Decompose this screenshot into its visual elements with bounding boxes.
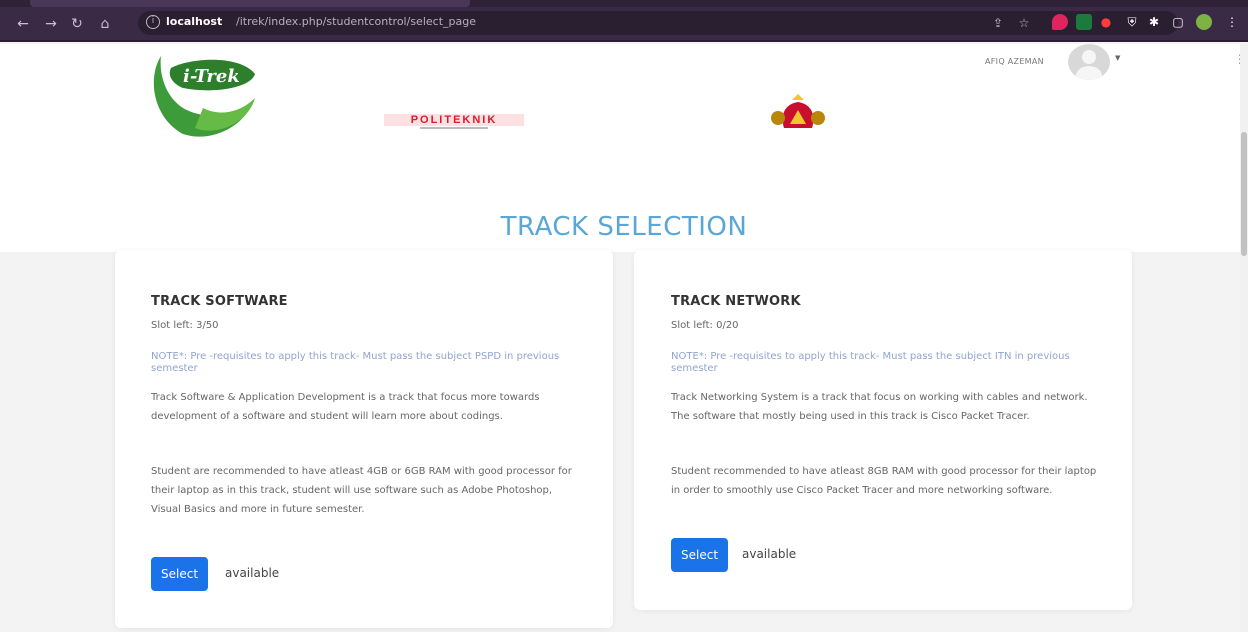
forward-arrow-icon[interactable]: → <box>42 15 60 33</box>
extension-pin-icon[interactable]: ● <box>1098 14 1114 30</box>
active-tab[interactable] <box>30 0 470 7</box>
track-card-network: TRACK NETWORK Slot left: 0/20 NOTE*: Pre… <box>634 250 1132 610</box>
track-card-software: TRACK SOFTWARE Slot left: 3/50 NOTE*: Pr… <box>115 250 613 628</box>
select-software-button[interactable]: Select <box>151 557 209 591</box>
track-title: TRACK SOFTWARE <box>151 294 288 309</box>
page-title: TRACK SELECTION <box>500 212 748 242</box>
site-header: i-Trek POLITEKNIK AFIQ AZEMAN ▼ ⋮ <box>0 44 1246 144</box>
reload-icon[interactable]: ↻ <box>68 15 86 33</box>
prerequisite-note: NOTE*: Pre -requisites to apply this tra… <box>151 351 560 374</box>
politeknik-logo: POLITEKNIK <box>384 114 524 129</box>
user-avatar[interactable] <box>1068 44 1110 80</box>
extension-shield-white-icon[interactable]: ⛨ <box>1124 14 1140 30</box>
avatar-head-icon <box>1082 50 1096 64</box>
site-info-icon[interactable]: i <box>146 15 160 29</box>
track-title: TRACK NETWORK <box>671 294 801 309</box>
extensions-puzzle-icon[interactable]: ✱ <box>1146 14 1162 30</box>
availability-status: available <box>225 566 280 580</box>
track-requirement: Student recommended to have atleast 8GB … <box>671 466 1097 496</box>
select-network-button[interactable]: Select <box>671 538 729 572</box>
track-description: Track Networking System is a track that … <box>671 392 1088 422</box>
availability-status: available <box>742 547 797 561</box>
share-icon[interactable]: ⇪ <box>990 15 1006 31</box>
browser-menu-icon[interactable]: ⋮ <box>1224 14 1240 30</box>
home-icon[interactable]: ⌂ <box>96 15 114 33</box>
prerequisite-note: NOTE*: Pre -requisites to apply this tra… <box>671 351 1070 374</box>
extension-green-icon[interactable] <box>1076 14 1092 30</box>
page-scrollbar[interactable] <box>1240 44 1248 632</box>
username-label: AFIQ AZEMAN <box>985 57 1044 66</box>
track-requirement: Student are recommended to have atleast … <box>151 466 572 515</box>
address-bar[interactable]: i localhost /itrek/index.php/studentcont… <box>138 11 1178 35</box>
itrek-logo[interactable]: i-Trek <box>143 48 259 142</box>
extension-shield-icon[interactable] <box>1052 14 1068 30</box>
window-square-icon[interactable]: ▢ <box>1170 14 1186 30</box>
profile-icon[interactable] <box>1196 14 1212 30</box>
slot-count: Slot left: 0/20 <box>671 320 739 331</box>
avatar-body-icon <box>1076 66 1102 80</box>
url-path: /itrek/index.php/studentcontrol/select_p… <box>236 15 476 28</box>
itrek-logo-text: i-Trek <box>183 66 240 87</box>
bookmark-star-icon[interactable]: ☆ <box>1016 15 1032 31</box>
back-arrow-icon[interactable]: ← <box>14 15 32 33</box>
chevron-down-icon[interactable]: ▼ <box>1115 54 1120 62</box>
browser-toolbar: ← → ↻ ⌂ i localhost /itrek/index.php/stu… <box>0 0 1248 42</box>
track-description: Track Software & Application Development… <box>151 392 540 422</box>
politeknik-logo-text: POLITEKNIK <box>411 114 498 126</box>
url-host: localhost <box>166 15 223 28</box>
slot-count: Slot left: 3/50 <box>151 320 219 331</box>
